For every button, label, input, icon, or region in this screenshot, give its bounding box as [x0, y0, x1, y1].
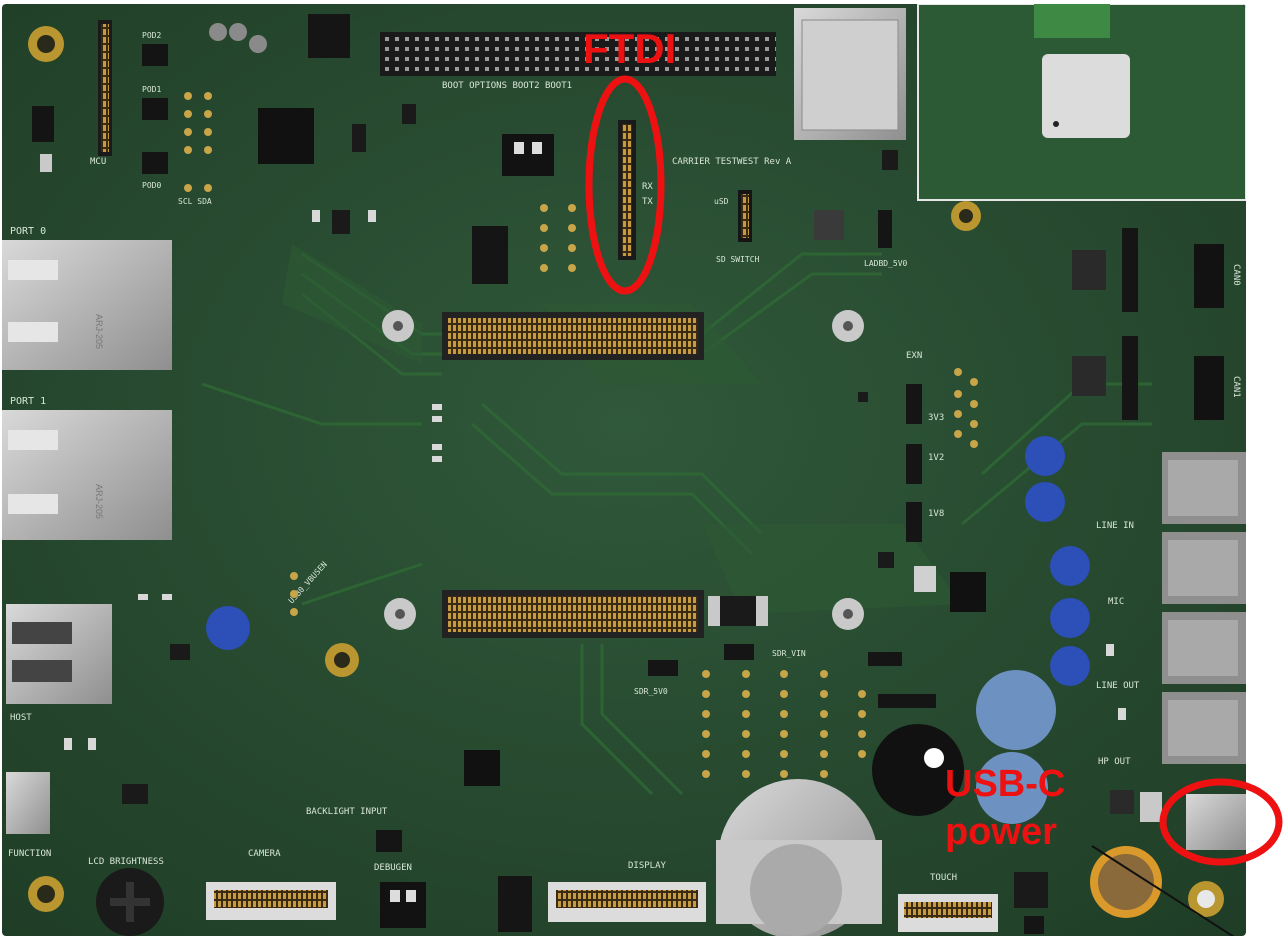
usbc-highlight-ellipse: [1159, 778, 1283, 866]
ftdi-highlight-ellipse: [585, 75, 665, 295]
usbc-callout-label: USB-C power: [945, 760, 1065, 856]
ftdi-callout-label: FTDI: [583, 25, 677, 72]
usbc-callout-line2: power: [945, 811, 1057, 853]
annotation-overlay: [585, 75, 1283, 866]
usbc-callout-line1: USB-C: [945, 763, 1066, 805]
